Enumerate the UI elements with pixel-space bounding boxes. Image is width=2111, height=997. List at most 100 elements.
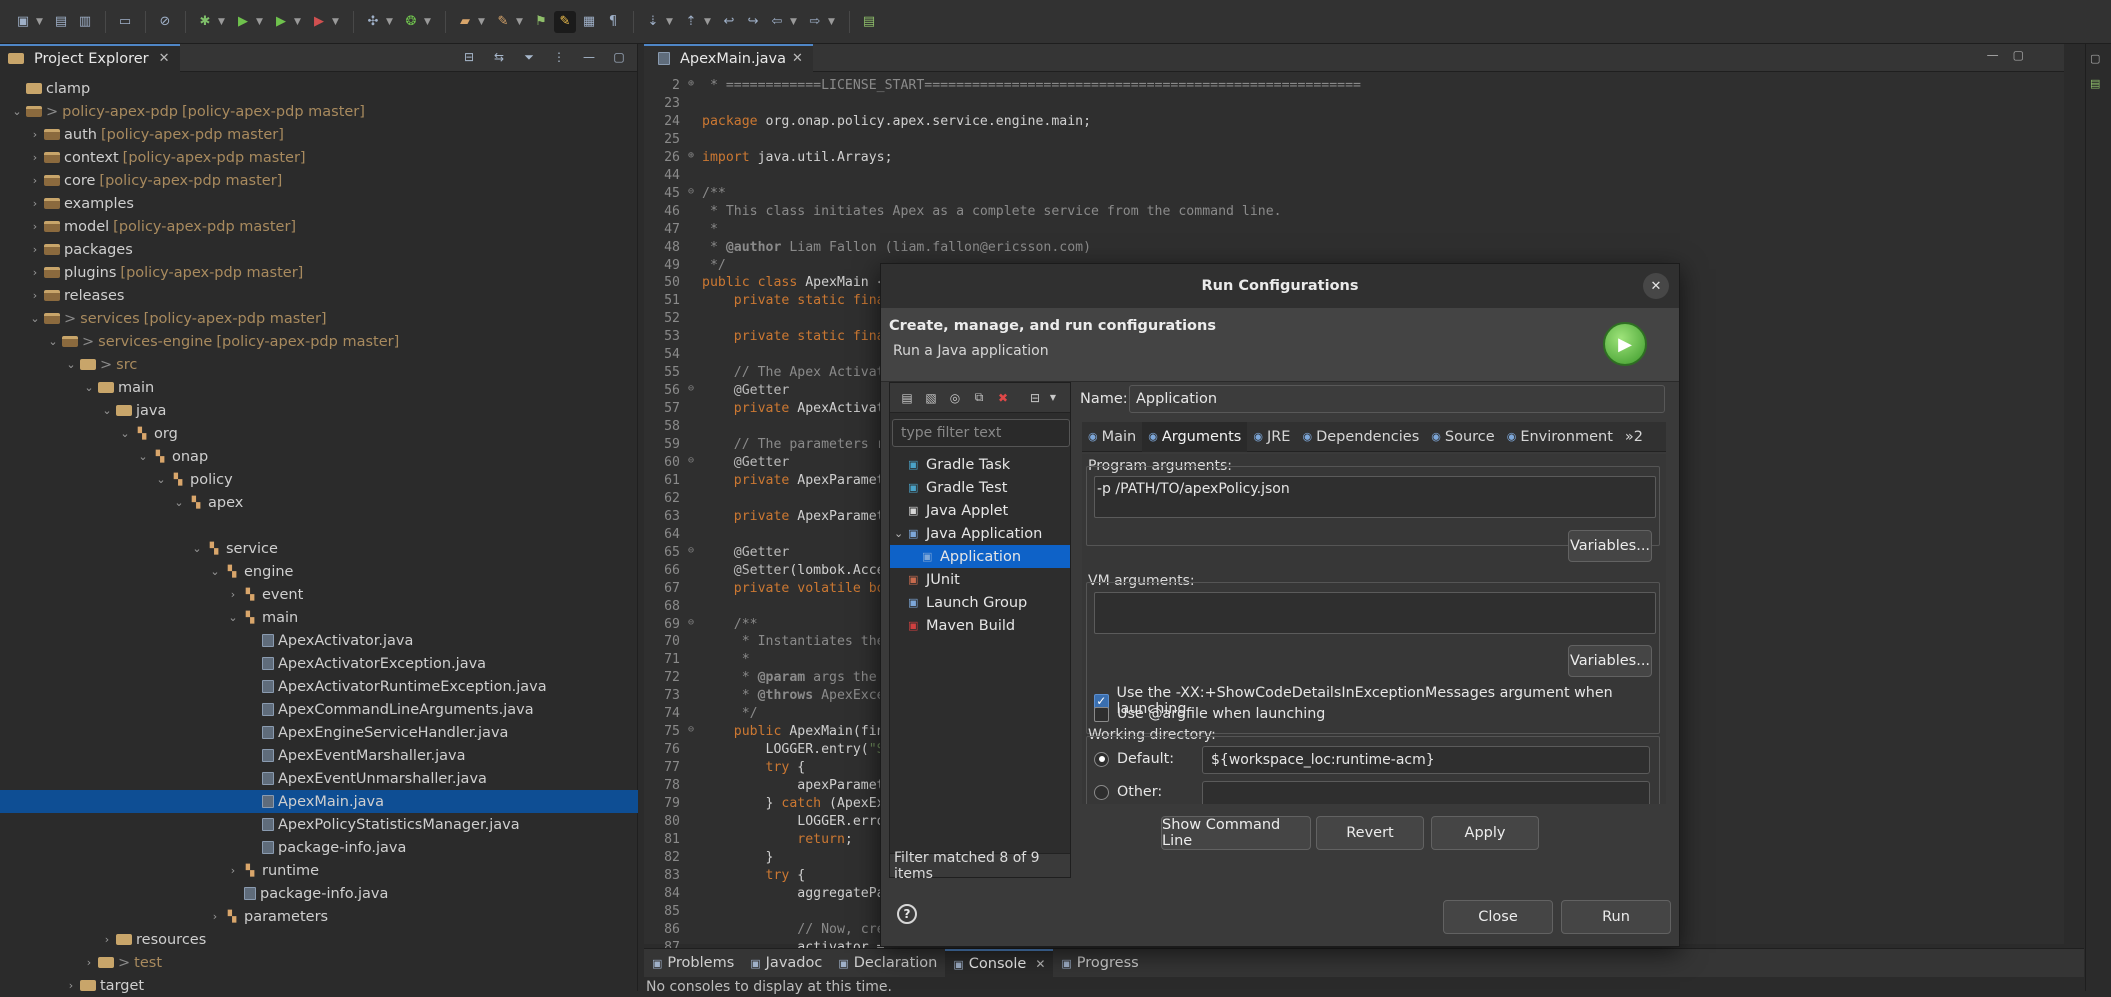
new-icon[interactable]: ▣ xyxy=(12,11,34,33)
close-icon[interactable]: ✕ xyxy=(159,51,170,66)
chevron-down-icon[interactable]: ▼ xyxy=(1044,389,1062,407)
program-arguments-field[interactable]: -p /PATH/TO/apexPolicy.json xyxy=(1094,476,1656,518)
chevron-down-icon[interactable]: ▼ xyxy=(666,11,678,33)
close-icon[interactable]: ✕ xyxy=(1643,273,1669,299)
name-field[interactable]: Application xyxy=(1129,385,1665,413)
search-icon[interactable]: ✎ xyxy=(492,11,514,33)
fold-toggle-icon[interactable]: ⊖ xyxy=(684,724,698,741)
collapse-all-icon[interactable]: ⊟ xyxy=(1026,389,1044,407)
argfile-checkbox[interactable] xyxy=(1094,706,1109,722)
chevron-down-icon[interactable]: ▼ xyxy=(36,11,48,33)
tree-folder-item[interactable]: ⌄ > policy-apex-pdp [policy-apex-pdp master… xyxy=(0,100,638,123)
chevron-down-icon[interactable]: ⌄ xyxy=(136,450,150,463)
tab-declaration[interactable]: ▣ Declaration xyxy=(830,949,945,977)
chevron-down-icon[interactable]: ▼ xyxy=(294,11,306,33)
outline-icon[interactable]: ▤ xyxy=(2090,77,2111,90)
argfile-checkbox-row[interactable]: Use @argfile when launching xyxy=(1094,706,1325,722)
chevron-down-icon[interactable]: ⌄ xyxy=(894,527,904,540)
tree-folder-item[interactable]: › releases xyxy=(0,284,638,307)
skip-breakpoints-icon[interactable]: ⊘ xyxy=(154,11,176,33)
fold-toggle-icon[interactable]: ⊕ xyxy=(684,150,698,167)
tree-file-item[interactable]: ApexPolicyStatisticsManager.java xyxy=(0,813,638,836)
tree-file-item[interactable]: package-info.java xyxy=(0,836,638,859)
tab-more[interactable]: »2 xyxy=(1619,422,1649,452)
filter-input[interactable]: type filter text xyxy=(892,419,1070,447)
tab-main[interactable]: ◉ Main xyxy=(1082,422,1142,452)
default-radio-row[interactable]: Default: xyxy=(1094,751,1174,767)
forward-icon[interactable]: ⇨ xyxy=(804,11,826,33)
tree-folder-item[interactable]: › examples xyxy=(0,192,638,215)
tab-progress[interactable]: ▣ Progress xyxy=(1053,949,1146,977)
forward-edit-icon[interactable]: ↪ xyxy=(742,11,764,33)
other-radio-row[interactable]: Other: xyxy=(1094,784,1162,800)
chevron-down-icon[interactable]: ⌄ xyxy=(154,473,168,486)
terminal-icon[interactable]: ▭ xyxy=(114,11,136,33)
chevron-down-icon[interactable]: ⌄ xyxy=(172,496,186,509)
tree-folder-item[interactable]: › auth [policy-apex-pdp master] xyxy=(0,123,638,146)
vm-arguments-field[interactable] xyxy=(1094,592,1656,634)
chevron-right-icon[interactable]: › xyxy=(28,197,42,210)
external-tools-icon[interactable]: ▶ xyxy=(308,11,330,33)
close-icon[interactable]: ✕ xyxy=(1035,957,1045,971)
close-button[interactable]: Close xyxy=(1443,900,1553,934)
chevron-down-icon[interactable]: ▼ xyxy=(386,11,398,33)
chevron-right-icon[interactable]: › xyxy=(64,979,78,992)
new-class-icon[interactable]: ❂ xyxy=(400,11,422,33)
debug-icon[interactable]: ✱ xyxy=(194,11,216,33)
fold-toggle-icon[interactable]: ⊖ xyxy=(684,617,698,634)
chevron-right-icon[interactable]: › xyxy=(28,174,42,187)
chevron-down-icon[interactable]: ⌄ xyxy=(208,565,222,578)
chevron-down-icon[interactable]: ⌄ xyxy=(28,312,42,325)
save-all-icon[interactable]: ▥ xyxy=(74,11,96,33)
tree-file-item[interactable]: package-info.java xyxy=(0,882,638,905)
tab-javadoc[interactable]: ▣ Javadoc xyxy=(742,949,830,977)
link-with-editor-icon[interactable]: ⇆ xyxy=(489,47,509,67)
tree-folder-item[interactable]: › model [policy-apex-pdp master] xyxy=(0,215,638,238)
tab-environment[interactable]: ◉ Environment xyxy=(1501,422,1619,452)
chevron-right-icon[interactable]: › xyxy=(28,220,42,233)
restore-icon[interactable]: ▢ xyxy=(2090,52,2111,65)
tree-file-item[interactable]: ApexCommandLineArguments.java xyxy=(0,698,638,721)
run-button[interactable]: Run xyxy=(1561,900,1671,934)
tab-apexmain-java[interactable]: ApexMain.java ✕ xyxy=(644,43,813,72)
chevron-down-icon[interactable]: ⌄ xyxy=(46,335,60,348)
minimize-icon[interactable]: — xyxy=(1987,48,1999,62)
tree-folder-item[interactable]: ⌄ java xyxy=(0,399,638,422)
tree-folder-item[interactable]: ⌄ > services-engine [policy-apex-pdp master… xyxy=(0,330,638,353)
filter-icon[interactable]: ⏷ xyxy=(519,47,539,67)
tree-folder-item[interactable]: › target xyxy=(0,974,638,997)
tree-folder-item[interactable]: › context [policy-apex-pdp master] xyxy=(0,146,638,169)
export-config-icon[interactable]: ◎ xyxy=(946,389,964,407)
tree-file-item[interactable]: ApexEventUnmarshaller.java xyxy=(0,767,638,790)
chevron-right-icon[interactable]: › xyxy=(28,289,42,302)
tree-folder-item[interactable]: clamp xyxy=(0,77,638,100)
tree-folder-item[interactable]: ⌄ ▚ main xyxy=(0,606,638,629)
coverage-icon[interactable]: ▶ xyxy=(270,11,292,33)
chevron-right-icon[interactable]: › xyxy=(226,588,240,601)
block-selection-icon[interactable]: ▦ xyxy=(578,11,600,33)
help-icon[interactable]: ? xyxy=(897,904,917,924)
new-java-project-icon[interactable]: ✣ xyxy=(362,11,384,33)
delete-config-icon[interactable]: ✖ xyxy=(994,389,1012,407)
minimize-icon[interactable]: — xyxy=(579,47,599,67)
config-type-item[interactable]: ▣ Gradle Test xyxy=(890,476,1070,499)
tab-dependencies[interactable]: ◉ Dependencies xyxy=(1296,422,1425,452)
chevron-down-icon[interactable]: ▼ xyxy=(516,11,528,33)
chevron-down-icon[interactable]: ⌄ xyxy=(82,381,96,394)
tree-folder-item[interactable]: ⌄ > services [policy-apex-pdp master] xyxy=(0,307,638,330)
tree-folder-item[interactable]: ⌄ ▚ service xyxy=(0,537,638,560)
tree-folder-item[interactable]: ⌄ ▚ apex xyxy=(0,491,638,514)
tab-problems[interactable]: ▣ Problems xyxy=(644,949,742,977)
tree-folder-item[interactable]: › resources xyxy=(0,928,638,951)
config-type-item[interactable]: ▣ JUnit xyxy=(890,568,1070,591)
maximize-icon[interactable]: ▢ xyxy=(609,47,629,67)
tree-file-item[interactable]: ApexEngineServiceHandler.java xyxy=(0,721,638,744)
tab-arguments[interactable]: ◉ Arguments xyxy=(1142,421,1248,452)
previous-annotation-icon[interactable]: ⇡ xyxy=(680,11,702,33)
maximize-icon[interactable]: ▢ xyxy=(2013,48,2024,62)
config-type-item[interactable]: ▣ Launch Group xyxy=(890,591,1070,614)
chevron-right-icon[interactable]: › xyxy=(100,933,114,946)
chevron-down-icon[interactable]: ▼ xyxy=(704,11,716,33)
chevron-right-icon[interactable]: › xyxy=(208,910,222,923)
tree-folder-item[interactable]: ⌄ ▚ engine xyxy=(0,560,638,583)
